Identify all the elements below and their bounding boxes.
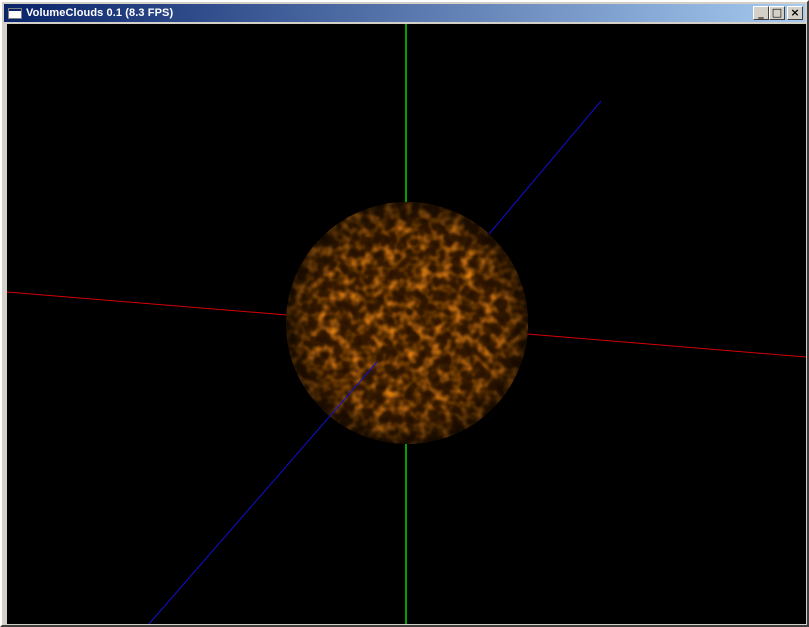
x-axis-line-right (526, 333, 806, 358)
window-title: VolumeClouds 0.1 (8.3 FPS) (26, 7, 174, 19)
cloud-sphere (286, 202, 528, 444)
window-controls: _ □ × (753, 6, 803, 20)
scene-canvas (7, 24, 806, 624)
close-icon: × (790, 6, 800, 19)
title-bar[interactable]: VolumeClouds 0.1 (8.3 FPS) _ □ × (4, 4, 805, 22)
minimize-icon: _ (758, 6, 764, 19)
application-window-icon[interactable] (8, 7, 22, 19)
maximize-icon: □ (771, 6, 783, 19)
3d-viewport[interactable] (7, 24, 806, 624)
z-axis-line-front (148, 361, 378, 624)
minimize-button[interactable]: _ (753, 6, 769, 20)
maximize-button[interactable]: □ (769, 6, 785, 20)
close-button[interactable]: × (787, 6, 803, 20)
x-axis-line-left (7, 291, 288, 316)
app-window: VolumeClouds 0.1 (8.3 FPS) _ □ × (0, 0, 809, 627)
z-axis-line-top (488, 100, 602, 235)
